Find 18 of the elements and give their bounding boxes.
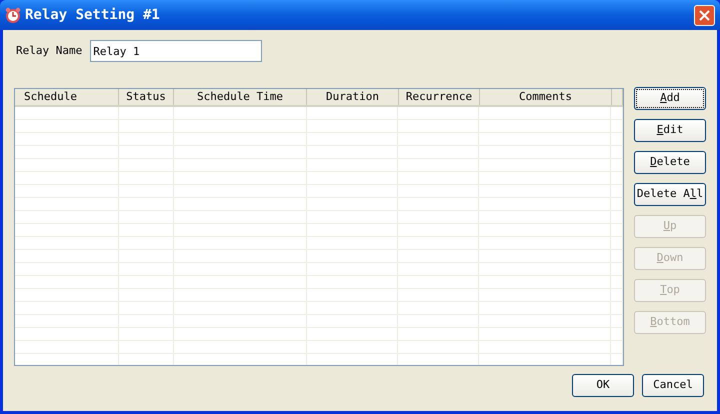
column-header[interactable]: Duration [307,89,399,105]
window-title: Relay Setting #1 [25,6,161,24]
side-button[interactable]: Add [634,87,706,110]
column-header[interactable]: Recurrence [399,89,480,105]
column-header[interactable]: Schedule [15,89,119,105]
column-header[interactable]: Comments [480,89,612,105]
side-button[interactable]: Delete All [634,183,706,206]
relay-name-label: Relay Name [16,42,82,59]
column-header[interactable]: Schedule Time [174,89,307,105]
dialog-button[interactable]: OK [572,374,634,397]
close-button[interactable] [694,4,715,26]
side-button[interactable]: Edit [634,119,706,142]
dialog-button[interactable]: Cancel [642,374,704,397]
side-button[interactable]: Delete [634,151,706,174]
column-header[interactable]: Status [119,89,174,105]
close-icon [699,10,710,20]
alarm-clock-icon [5,7,21,23]
relay-name-field[interactable]: Relay 1 [90,40,262,62]
